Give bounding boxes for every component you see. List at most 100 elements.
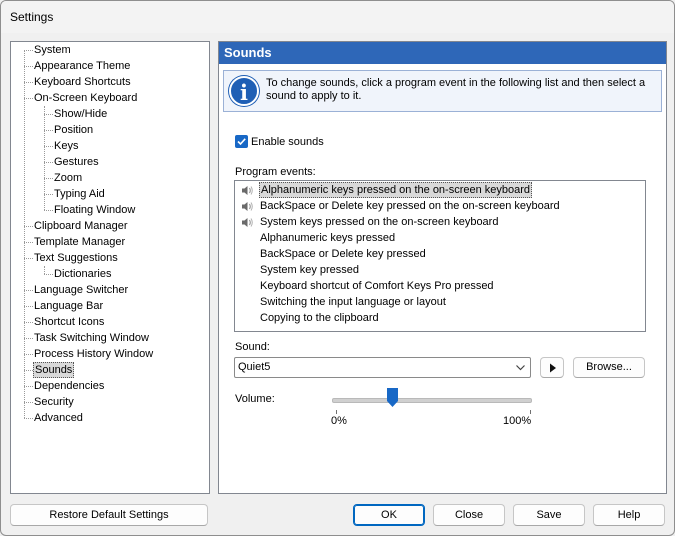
event-label: System keys pressed on the on-screen key… — [260, 216, 499, 228]
event-row[interactable]: BackSpace or Delete key pressed on the o… — [235, 198, 643, 214]
event-row[interactable]: Keyboard shortcut of Comfort Keys Pro pr… — [235, 278, 643, 294]
event-row[interactable]: System keys pressed on the on-screen key… — [235, 214, 643, 230]
settings-window: Settings System Appearance Theme Keyboard … — [0, 0, 675, 536]
volume-tick-max — [530, 410, 531, 414]
tree-item-clipboard-manager[interactable]: Clipboard Manager — [11, 218, 207, 234]
close-button[interactable]: Close — [433, 504, 505, 526]
tree-item-label: Security — [34, 396, 74, 408]
tree-connector — [24, 322, 33, 323]
browse-button[interactable]: Browse... — [573, 357, 645, 378]
tree-item-language-bar[interactable]: Language Bar — [11, 298, 207, 314]
event-row[interactable]: Alphanumeric keys pressed on the on-scre… — [235, 182, 643, 198]
tree-connector — [24, 370, 33, 371]
tree-item-template-manager[interactable]: Template Manager — [11, 234, 207, 250]
event-label: BackSpace or Delete key pressed — [260, 248, 426, 260]
tree-connector — [44, 162, 53, 163]
chevron-down-icon — [516, 365, 525, 371]
tree-item-label: Shortcut Icons — [34, 316, 105, 328]
help-button[interactable]: Help — [593, 504, 665, 526]
info-icon: i — [229, 76, 259, 106]
tree-item-show-hide[interactable]: Show/Hide — [11, 106, 207, 122]
event-label: Alphanumeric keys pressed on the on-scre… — [259, 182, 533, 198]
tree-item-position[interactable]: Position — [11, 122, 207, 138]
window-title: Settings — [10, 10, 54, 24]
tree-item-label: Typing Aid — [54, 188, 105, 200]
event-label: System key pressed — [260, 264, 360, 276]
tree-item-label: Position — [54, 124, 94, 136]
tree-item-advanced[interactable]: Advanced — [11, 410, 207, 426]
tree-item-label: Show/Hide — [54, 108, 108, 120]
tree-item-task-switching-window[interactable]: Task Switching Window — [11, 330, 207, 346]
info-box: i To change sounds, click a program even… — [223, 70, 662, 112]
tree-item-label: On-Screen Keyboard — [34, 92, 138, 104]
settings-tree[interactable]: System Appearance Theme Keyboard Shortcuts… — [10, 41, 210, 494]
event-row[interactable]: BackSpace or Delete key pressed — [235, 246, 643, 262]
checkbox-checked-icon[interactable] — [235, 135, 248, 148]
tree-item-dictionaries[interactable]: Dictionaries — [11, 266, 207, 282]
tree-item-appearance-theme[interactable]: Appearance Theme — [11, 58, 207, 74]
ok-button[interactable]: OK — [353, 504, 425, 526]
program-events-list[interactable]: Alphanumeric keys pressed on the on-scre… — [234, 180, 646, 332]
tree-connector — [44, 274, 53, 275]
event-row[interactable]: System key pressed — [235, 262, 643, 278]
tree-item-label: Process History Window — [34, 348, 154, 360]
tree-connector — [44, 210, 53, 211]
play-sound-button[interactable] — [540, 357, 564, 378]
tree-item-security[interactable]: Security — [11, 394, 207, 410]
restore-defaults-button[interactable]: Restore Default Settings — [10, 504, 208, 526]
tree-item-keyboard-shortcuts[interactable]: Keyboard Shortcuts — [11, 74, 207, 90]
tree-connector — [24, 258, 33, 259]
tree-item-label: System — [34, 44, 71, 56]
tree-item-on-screen-keyboard[interactable]: On-Screen Keyboard — [11, 90, 207, 106]
save-button[interactable]: Save — [513, 504, 585, 526]
tree-item-floating-window[interactable]: Floating Window — [11, 202, 207, 218]
sound-select[interactable]: Quiet5 — [234, 357, 531, 378]
volume-slider-thumb[interactable] — [387, 388, 398, 407]
tree-item-text-suggestions[interactable]: Text Suggestions — [11, 250, 207, 266]
event-label: BackSpace or Delete key pressed on the o… — [260, 200, 560, 212]
tree-item-shortcut-icons[interactable]: Shortcut Icons — [11, 314, 207, 330]
volume-tick-min — [336, 410, 337, 414]
tree-item-gestures[interactable]: Gestures — [11, 154, 207, 170]
tree-connector — [24, 242, 33, 243]
tree-connector — [24, 98, 33, 99]
volume-label: Volume: — [235, 393, 275, 405]
tree-item-sounds[interactable]: Sounds — [11, 362, 207, 378]
tree-connector — [44, 130, 53, 131]
event-row[interactable]: Switching the input language or layout — [235, 294, 643, 310]
tree-connector — [44, 146, 53, 147]
tree-item-label: Advanced — [34, 412, 83, 424]
event-label: Keyboard shortcut of Comfort Keys Pro pr… — [260, 280, 494, 292]
panel-title: Sounds — [219, 42, 666, 64]
tree-item-label: Text Suggestions — [34, 252, 118, 264]
volume-slider-track[interactable] — [332, 398, 532, 403]
program-events-label: Program events: — [235, 166, 316, 178]
tree-connector — [24, 82, 33, 83]
tree-item-label: Gestures — [54, 156, 99, 168]
tree-item-language-switcher[interactable]: Language Switcher — [11, 282, 207, 298]
tree-item-label: Dependencies — [34, 380, 105, 392]
tree-connector — [44, 178, 53, 179]
volume-min-label: 0% — [331, 415, 347, 427]
play-icon — [550, 363, 556, 373]
tree-connector — [24, 226, 33, 227]
sound-select-value: Quiet5 — [238, 361, 271, 373]
tree-item-label: Clipboard Manager — [34, 220, 128, 232]
tree-item-label: Keyboard Shortcuts — [34, 76, 131, 88]
event-row[interactable]: Alphanumeric keys pressed — [235, 230, 643, 246]
title-bar: Settings — [1, 1, 674, 33]
tree-item-zoom[interactable]: Zoom — [11, 170, 207, 186]
tree-item-process-history-window[interactable]: Process History Window — [11, 346, 207, 362]
tree-connector — [24, 354, 33, 355]
tree-connector — [24, 306, 33, 307]
sound-label: Sound: — [235, 341, 270, 353]
tree-item-label: Template Manager — [34, 236, 126, 248]
tree-connector — [24, 402, 33, 403]
tree-item-system[interactable]: System — [11, 42, 207, 58]
tree-item-keys[interactable]: Keys — [11, 138, 207, 154]
enable-sounds-label: Enable sounds — [251, 136, 324, 148]
tree-item-typing-aid[interactable]: Typing Aid — [11, 186, 207, 202]
event-label: Alphanumeric keys pressed — [260, 232, 396, 244]
event-row[interactable]: Copying to the clipboard — [235, 310, 643, 326]
tree-item-dependencies[interactable]: Dependencies — [11, 378, 207, 394]
